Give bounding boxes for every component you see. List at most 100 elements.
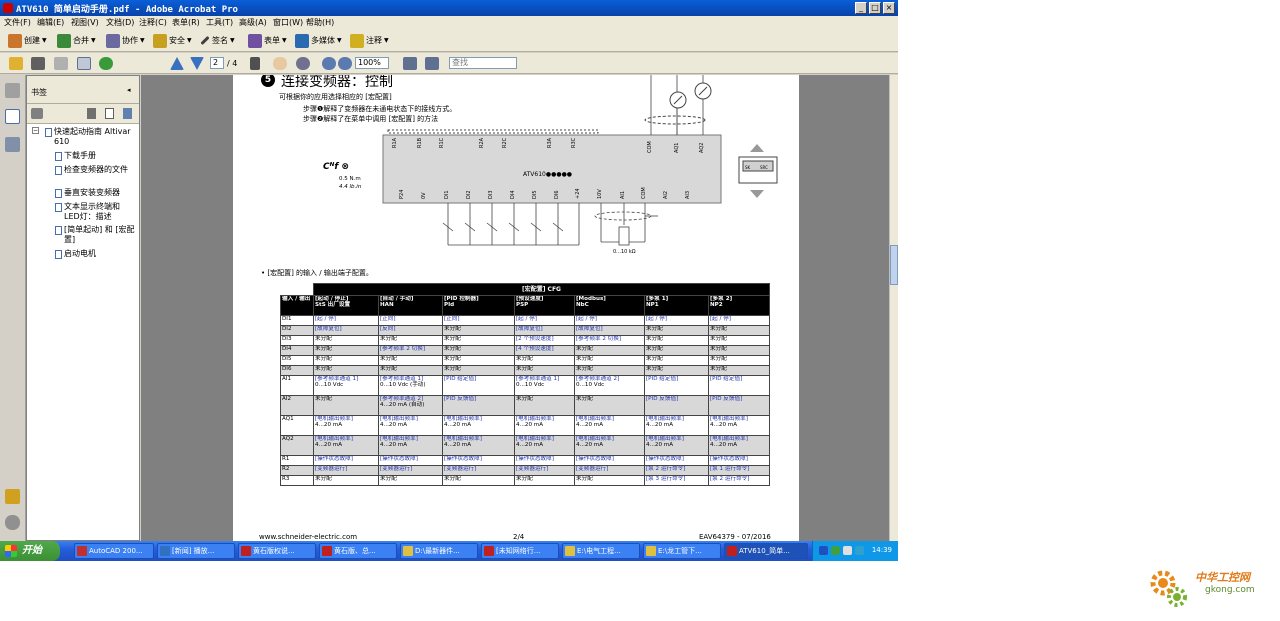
scrollbar-thumb[interactable] [890, 245, 898, 285]
taskbar-item[interactable]: [新闻] 播放... [157, 543, 235, 559]
forms-button[interactable]: 表单 ▼ [248, 33, 287, 48]
bookmarks-panel: 书签 ◂ − 快速起动指南 Altivar 610 下载手册 检查变频器的文件 … [26, 75, 140, 541]
attachment-icon[interactable] [5, 515, 20, 530]
io-function-cell: [变频器运行] [514, 465, 575, 476]
menu-forms[interactable]: 表单(R) [172, 17, 200, 28]
cell-line: 未分配 [576, 366, 593, 373]
table-row: R1 [操作状态故障] [操作状态故障] [操作状态故障] [操作状态故障] [操作状态故… [280, 455, 770, 466]
menu-edit[interactable]: 编辑(E) [37, 17, 64, 28]
select-text-icon[interactable] [250, 57, 260, 70]
menu-document[interactable]: 文档(D) [106, 17, 134, 28]
hand-tool-icon[interactable] [273, 57, 287, 70]
io-function-cell: [电机输出频率] 4...20 mA [644, 415, 709, 436]
cell-line: 4...20 mA [710, 422, 738, 428]
menu-advanced[interactable]: 高级(A) [239, 17, 267, 28]
bookmark-item[interactable]: [简单起动] 和 [宏配置] [55, 225, 136, 245]
bookmark-item[interactable]: 垂直安装变频器 [55, 188, 136, 198]
taskbar-item[interactable]: [未知网络行... [481, 543, 559, 559]
new-bookmark-icon[interactable] [105, 108, 114, 119]
minimize-button[interactable]: _ [855, 2, 867, 14]
taskbar-item[interactable]: 黄石版、总... [319, 543, 397, 559]
sign-button[interactable]: 签名 ▼ [200, 33, 235, 48]
open-folder-icon[interactable] [9, 57, 23, 70]
io-function-cell: [反向] [378, 325, 443, 336]
page-number-input[interactable]: 2 [210, 57, 224, 69]
messenger-icon[interactable] [855, 546, 864, 555]
cell-line: 未分配 [380, 336, 397, 343]
io-function-cell: [操作状态故障] [574, 455, 645, 466]
io-function-cell: [操作状态故障] [378, 455, 443, 466]
menu-comments[interactable]: 注释(C) [139, 17, 167, 28]
bookmark-item[interactable]: 快速起动指南 Altivar 610 [45, 127, 138, 147]
previous-page-icon[interactable] [170, 57, 184, 70]
expand-bookmark-icon[interactable] [123, 108, 132, 119]
options-icon[interactable] [31, 108, 43, 119]
create-button[interactable]: 创建 ▼ [8, 33, 47, 48]
cell-line: 4...20 mA [516, 422, 544, 428]
cell-line: 未分配 [380, 476, 397, 483]
bookmark-item[interactable]: 检查变频器的文件 [55, 165, 136, 175]
security-icon[interactable] [831, 546, 840, 555]
pdf-icon [484, 546, 494, 556]
svg-text:AQ1: AQ1 [674, 143, 680, 153]
menu-help[interactable]: 帮助(H) [306, 17, 334, 28]
signatures-icon[interactable] [5, 137, 20, 152]
combine-button[interactable]: 合并 ▼ [57, 33, 96, 48]
menu-view[interactable]: 视图(V) [71, 17, 99, 28]
email-icon[interactable] [77, 57, 91, 70]
maximize-button[interactable]: □ [869, 2, 881, 14]
form-icon [248, 33, 262, 48]
key-icon[interactable] [5, 489, 20, 504]
menu-file[interactable]: 文件(F) [4, 17, 31, 28]
bookmark-item[interactable]: 下载手册 [55, 151, 138, 161]
cell-line: [变频器运行] [380, 466, 413, 473]
io-function-cell: [变频器运行] [442, 465, 515, 476]
taskbar-item[interactable]: AutoCAD 200... [74, 543, 154, 559]
cell-line: [操作状态故障] [516, 456, 554, 463]
collapse-pane-icon[interactable]: ◂ [127, 86, 131, 94]
taskbar-item[interactable]: E:\电气工程... [562, 543, 640, 559]
taskbar-item[interactable]: D:\最新器件... [400, 543, 478, 559]
close-button[interactable]: × [883, 2, 895, 14]
vertical-scrollbar[interactable] [889, 75, 898, 541]
cell-line: 4...20 mA [576, 422, 604, 428]
next-page-icon[interactable] [190, 57, 204, 70]
io-function-cell: 未分配 [442, 475, 515, 486]
volume-icon[interactable] [843, 546, 852, 555]
scrolling-icon[interactable] [425, 57, 439, 70]
multimedia-button[interactable]: 多媒体 ▼ [295, 33, 342, 48]
save-icon[interactable] [54, 57, 68, 70]
delete-icon[interactable] [87, 108, 96, 119]
network-icon[interactable] [819, 546, 828, 555]
marquee-zoom-icon[interactable] [296, 57, 310, 70]
menu-tools[interactable]: 工具(T) [206, 17, 233, 28]
comment-button[interactable]: 注释 ▼ [350, 33, 389, 48]
bookmark-item[interactable]: 启动电机 [55, 249, 136, 259]
table-row: AQ2 [电机输出频率] 4...20 mA [电机输出频率] 4...20 mA [电机… [280, 435, 770, 456]
tree-collapse-icon[interactable]: − [32, 127, 39, 134]
cell-line: [正向] [444, 316, 460, 323]
zoom-out-icon[interactable] [322, 57, 336, 70]
svg-text:DI1: DI1 [444, 190, 450, 199]
web-icon[interactable] [99, 57, 113, 70]
window-title: ATV610 简单启动手册.pdf - Adobe Acrobat Pro [16, 5, 238, 15]
bookmark-page-icon [55, 189, 62, 198]
cell-line: 未分配 [444, 336, 461, 343]
svg-text:R3A: R3A [547, 137, 553, 148]
bookmarks-icon[interactable] [5, 109, 20, 124]
taskbar-item-active[interactable]: ATV610_简单... [724, 543, 808, 559]
start-button[interactable]: 开始 [0, 541, 60, 561]
collaborate-button[interactable]: 协作 ▼ [106, 33, 145, 48]
taskbar-item[interactable]: E:\龙工管下... [643, 543, 721, 559]
single-page-icon[interactable] [403, 57, 417, 70]
menu-window[interactable]: 窗口(W) [273, 17, 303, 28]
pages-icon[interactable] [5, 83, 20, 98]
zoom-in-icon[interactable] [338, 57, 352, 70]
bookmark-item[interactable]: 文本显示终端和 LED灯：描述 [55, 202, 136, 222]
zoom-level-select[interactable]: 100% [355, 57, 389, 69]
taskbar-item[interactable]: 黄石版权说... [238, 543, 316, 559]
table-row: R2 [变频器运行] [变频器运行] [变频器运行] [变频器运行] [变频器运行] [泵 … [280, 465, 770, 476]
find-input[interactable]: 查找 [449, 57, 517, 69]
secure-button[interactable]: 安全 ▼ [153, 33, 192, 48]
print-icon[interactable] [31, 57, 45, 70]
